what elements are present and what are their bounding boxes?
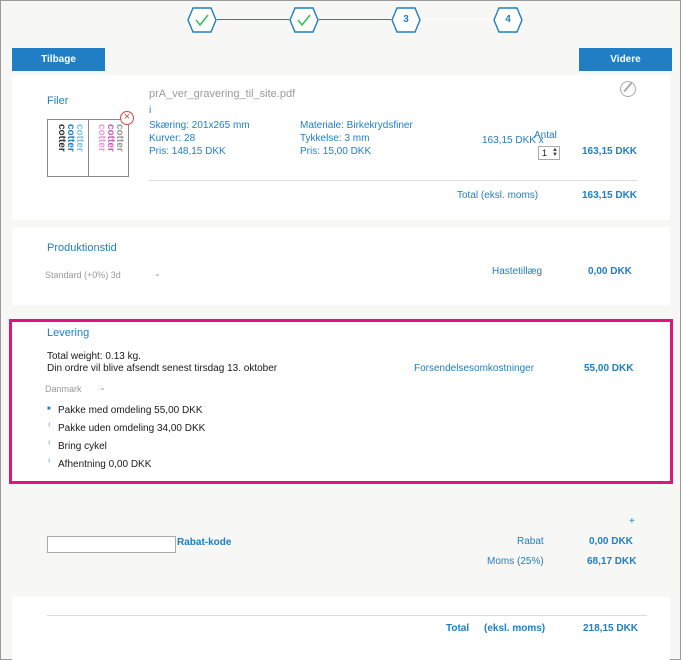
thumb-preview: cotter cotter cotter — [90, 122, 126, 174]
shipping-label: Forsendelsesomkostninger — [414, 363, 535, 374]
file-thumbnail[interactable]: cotter cotter cotter cotter cotter cotte… — [47, 119, 129, 177]
step-2-done[interactable] — [289, 7, 319, 33]
discount-code-label[interactable]: Rabat-kode — [177, 537, 231, 548]
shipping-value: 55,00 DKK — [584, 363, 634, 374]
material-price: Pris: 15,00 DKK — [300, 146, 372, 157]
files-section-title: Filer — [47, 95, 69, 107]
file-cut: Skæring: 201x265 mm — [149, 120, 250, 131]
summary-total-sub: (eksl. moms) — [484, 623, 546, 634]
step-connector — [319, 19, 391, 20]
step-connector — [217, 19, 289, 20]
thumb-text: cotter — [65, 124, 76, 152]
step-4-pending[interactable]: 4 — [493, 7, 523, 33]
qty-label: Antal — [534, 130, 557, 141]
files-total-label: Total (eksl. moms) — [457, 190, 539, 201]
file-curves: Kurver: 28 — [149, 133, 196, 144]
thumb-text: cotter — [56, 124, 67, 152]
delivery-card: Levering Total weight: 0.13 kg. Din ordr… — [9, 319, 673, 484]
step-3-active[interactable]: 3 — [391, 7, 421, 33]
production-select[interactable]: Standard (+0%) 3d ⌄ — [45, 269, 165, 283]
production-select-value: Standard (+0%) 3d — [45, 270, 121, 280]
info-mark[interactable]: i — [149, 105, 151, 116]
rush-label: Hastetillæg — [492, 266, 543, 277]
vat-label: Moms (25%) — [487, 556, 544, 567]
qty-value: 1 — [542, 148, 548, 158]
radio-icon[interactable]: ╵ — [47, 441, 51, 449]
production-card: Produktionstid Standard (+0%) 3d ⌄ Haste… — [12, 227, 670, 305]
step-number: 3 — [403, 14, 409, 25]
option-label: Pakke uden omdeling 34,00 DKK — [58, 423, 206, 434]
files-total-value: 163,15 DKK — [582, 190, 638, 201]
production-section-title: Produktionstid — [47, 242, 117, 254]
discount-code-input[interactable] — [47, 536, 176, 553]
thumb-text: cotter — [96, 124, 107, 152]
chevron-down-icon: ⌄ — [99, 383, 106, 392]
delivery-section-title: Levering — [47, 327, 90, 339]
radio-selected-icon[interactable]: ■ — [47, 406, 51, 412]
rush-value: 0,00 DKK — [588, 266, 632, 277]
expand-plus[interactable]: + — [629, 516, 635, 527]
total-weight: Total weight: 0.13 kg. — [47, 351, 141, 362]
step-1-done[interactable] — [187, 7, 217, 33]
material: Materiale: Birkekrydsfiner — [300, 120, 413, 131]
back-button[interactable]: Tilbage — [12, 48, 105, 71]
radio-icon[interactable]: ╵ — [47, 423, 51, 431]
option-label: Afhentning 0,00 DKK — [58, 459, 152, 470]
vat-value: 68,17 DKK — [587, 556, 637, 567]
summary-total-value: 218,15 DKK — [583, 623, 639, 634]
file-price: Pris: 148,15 DKK — [149, 146, 226, 157]
line-total: 163,15 DKK — [582, 146, 638, 157]
option-label: Bring cykel — [58, 441, 107, 452]
summary-card: Total (eksl. moms) 218,15 DKK — [12, 597, 670, 660]
summary-total-label: Total — [446, 623, 470, 634]
files-card: Filer cotter cotter cotter cotter cotter… — [12, 75, 670, 220]
ship-date: Din ordre vil blive afsendt senest tirsd… — [47, 363, 278, 374]
file-name: prA_ver_gravering_til_site.pdf — [149, 88, 296, 100]
remove-file-icon[interactable]: × — [120, 111, 134, 125]
rabat-value: 0,00 DKK — [589, 536, 633, 547]
checkout-frame: 3 4 Tilbage Videre Filer cotter cotter c… — [0, 0, 681, 660]
chevron-down-icon: ⌄ — [154, 269, 161, 278]
thumb-text: cotter — [105, 124, 116, 152]
check-icon — [187, 7, 217, 33]
thumb-preview: cotter cotter cotter — [50, 122, 86, 174]
country-select[interactable]: Danmark ⌄ — [45, 383, 115, 397]
thumb-text: cotter — [74, 124, 85, 152]
stepper-arrows-icon[interactable]: ▲ ▼ — [552, 147, 558, 158]
option-label: Pakke med omdeling 55,00 DKK — [58, 405, 203, 416]
edit-icon[interactable] — [620, 81, 636, 97]
thumb-text: cotter — [114, 124, 125, 152]
radio-icon[interactable]: ╵ — [47, 459, 51, 467]
rabat-label: Rabat — [517, 536, 544, 547]
check-icon — [289, 7, 319, 33]
next-button[interactable]: Videre — [579, 48, 672, 71]
step-number: 4 — [505, 14, 511, 25]
qty-stepper[interactable]: 1 ▲ ▼ — [538, 146, 560, 160]
step-connector — [421, 19, 493, 20]
country-value: Danmark — [45, 384, 82, 394]
thickness: Tykkelse: 3 mm — [300, 133, 370, 144]
